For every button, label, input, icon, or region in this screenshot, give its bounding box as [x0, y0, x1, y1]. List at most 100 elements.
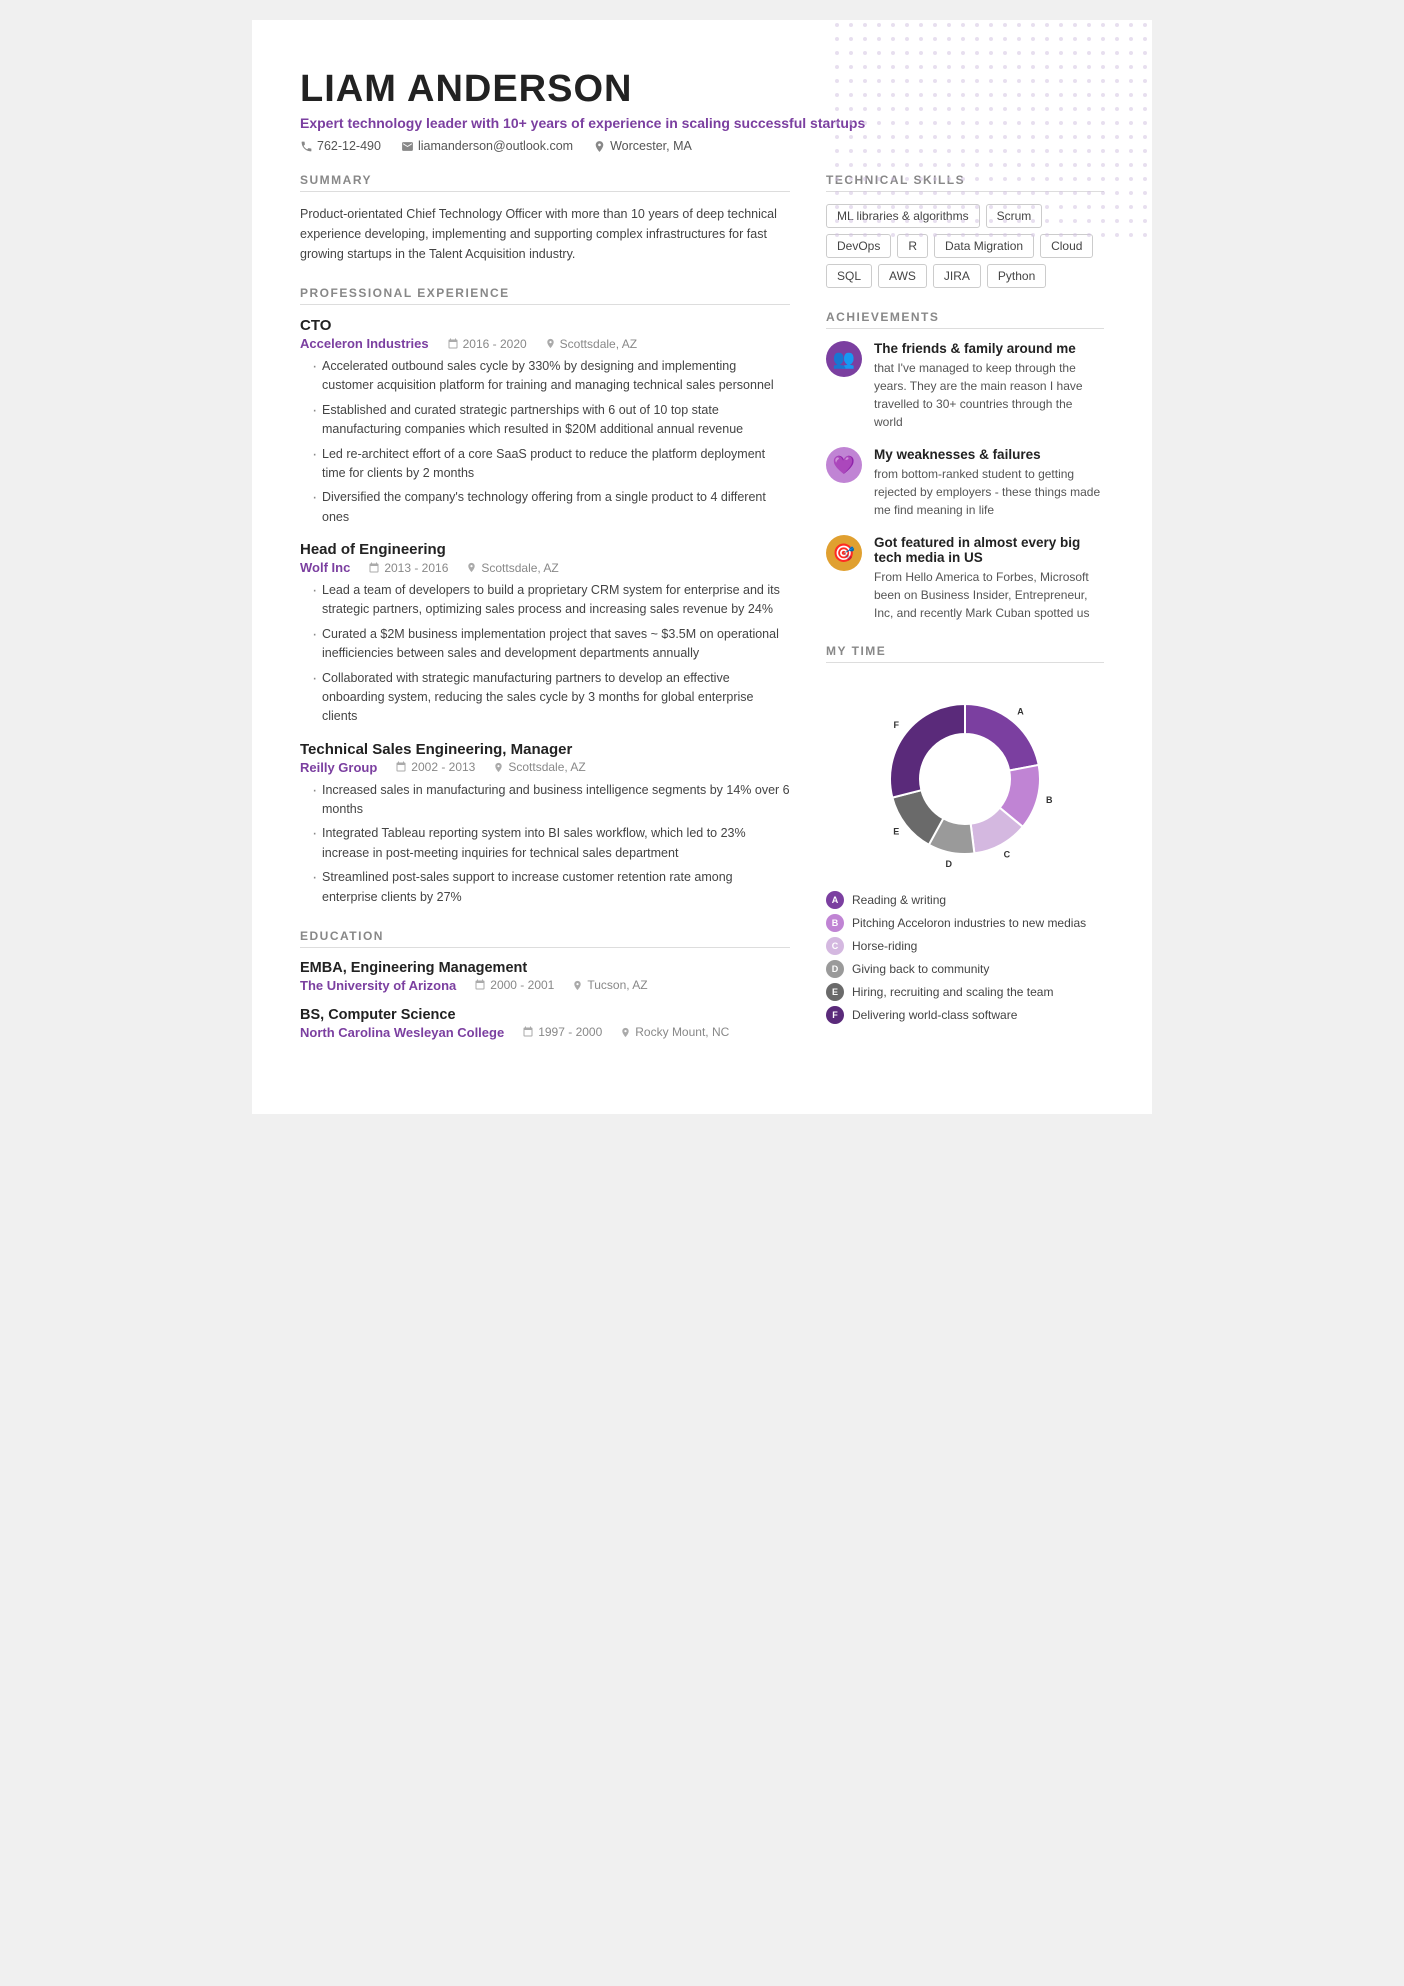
edu-emba: EMBA, Engineering Management The Univers…	[300, 960, 790, 993]
bullet-he-3: Collaborated with strategic manufacturin…	[312, 669, 790, 727]
bullet-ts-2: Integrated Tableau reporting system into…	[312, 824, 790, 863]
achievement-content-2: Got featured in almost every big tech me…	[874, 535, 1104, 622]
legend-text-F: Delivering world-class software	[852, 1008, 1017, 1022]
calendar-icon	[447, 338, 459, 350]
calendar-icon3	[395, 761, 407, 773]
legend-item-F: F Delivering world-class software	[826, 1006, 1104, 1024]
bullet-he-1: Lead a team of developers to build a pro…	[312, 581, 790, 620]
skill-tag: ML libraries & algorithms	[826, 204, 980, 228]
bullets-head-eng: Lead a team of developers to build a pro…	[300, 581, 790, 727]
date-cto: 2016 - 2020	[447, 337, 527, 351]
job-title-cto: CTO	[300, 317, 790, 334]
bullet-ts-3: Streamlined post-sales support to increa…	[312, 868, 790, 907]
pin-icon	[545, 338, 556, 349]
bullet-he-2: Curated a $2M business implementation pr…	[312, 625, 790, 664]
right-column: TECHNICAL SKILLS ML libraries & algorith…	[826, 173, 1104, 1054]
job-title-head-eng: Head of Engineering	[300, 541, 790, 558]
achievement-content-0: The friends & family around me that I've…	[874, 341, 1104, 431]
school-ncwc: North Carolina Wesleyan College	[300, 1025, 504, 1040]
mytime-legend: A Reading & writing B Pitching Acceloron…	[826, 891, 1104, 1024]
date-head-eng: 2013 - 2016	[368, 561, 448, 575]
pin-icon5	[620, 1027, 631, 1038]
achievement-desc-1: from bottom-ranked student to getting re…	[874, 465, 1104, 519]
degree-emba: EMBA, Engineering Management	[300, 960, 790, 976]
legend-item-B: B Pitching Acceloron industries to new m…	[826, 914, 1104, 932]
skill-tag: Scrum	[986, 204, 1043, 228]
skill-tag: Cloud	[1040, 234, 1093, 258]
achievement-item-1: 💜 My weaknesses & failures from bottom-r…	[826, 447, 1104, 519]
job-meta-tech-sales: Reilly Group 2002 - 2013 Scottsdale, AZ	[300, 760, 790, 775]
legend-item-D: D Giving back to community	[826, 960, 1104, 978]
achievement-icon-1: 💜	[826, 447, 862, 483]
legend-item-A: A Reading & writing	[826, 891, 1104, 909]
achievement-content-1: My weaknesses & failures from bottom-ran…	[874, 447, 1104, 519]
achievement-icon-2: 🎯	[826, 535, 862, 571]
donut-segment-A	[965, 704, 1039, 771]
legend-text-B: Pitching Acceloron industries to new med…	[852, 916, 1086, 930]
achievement-desc-2: From Hello America to Forbes, Microsoft …	[874, 568, 1104, 622]
calendar-icon4	[474, 979, 486, 991]
achievement-title-1: My weaknesses & failures	[874, 447, 1104, 462]
main-columns: SUMMARY Product-orientated Chief Technol…	[300, 173, 1104, 1054]
left-column: SUMMARY Product-orientated Chief Technol…	[300, 173, 790, 1054]
bullet-cto-2: Established and curated strategic partne…	[312, 401, 790, 440]
bullet-ts-1: Increased sales in manufacturing and bus…	[312, 781, 790, 820]
bullet-cto-4: Diversified the company's technology off…	[312, 488, 790, 527]
donut-chart-container: ABCDEF	[826, 679, 1104, 879]
donut-label-A: A	[1017, 706, 1024, 716]
date-bs: 1997 - 2000	[522, 1025, 602, 1039]
phone: 762-12-490	[300, 139, 381, 153]
date-tech-sales: 2002 - 2013	[395, 760, 475, 774]
skill-tag: R	[897, 234, 928, 258]
bullets-tech-sales: Increased sales in manufacturing and bus…	[300, 781, 790, 907]
calendar-icon5	[522, 1026, 534, 1038]
job-head-eng: Head of Engineering Wolf Inc 2013 - 2016…	[300, 541, 790, 727]
tagline: Expert technology leader with 10+ years …	[300, 115, 1104, 131]
bullets-cto: Accelerated outbound sales cycle by 330%…	[300, 357, 790, 527]
legend-dot-D: D	[826, 960, 844, 978]
contact-info: 762-12-490 liamanderson@outlook.com Worc…	[300, 139, 1104, 153]
legend-item-E: E Hiring, recruiting and scaling the tea…	[826, 983, 1104, 1001]
summary-text: Product-orientated Chief Technology Offi…	[300, 204, 790, 264]
location-cto: Scottsdale, AZ	[545, 337, 637, 351]
achievement-title-0: The friends & family around me	[874, 341, 1104, 356]
edu-meta-emba: The University of Arizona 2000 - 2001 Tu…	[300, 978, 790, 993]
skill-tag: DevOps	[826, 234, 891, 258]
donut-segment-F	[890, 704, 965, 798]
email-icon	[401, 140, 414, 153]
legend-text-D: Giving back to community	[852, 962, 989, 976]
achievements-container: 👥 The friends & family around me that I'…	[826, 341, 1104, 622]
date-emba: 2000 - 2001	[474, 978, 554, 992]
skill-tag: Python	[987, 264, 1046, 288]
loc-emba: Tucson, AZ	[572, 978, 647, 992]
legend-dot-C: C	[826, 937, 844, 955]
experience-title: PROFESSIONAL EXPERIENCE	[300, 286, 790, 305]
achievements-title: ACHIEVEMENTS	[826, 310, 1104, 329]
donut-label-D: D	[945, 859, 952, 869]
job-cto: CTO Acceleron Industries 2016 - 2020 Sco…	[300, 317, 790, 527]
legend-item-C: C Horse-riding	[826, 937, 1104, 955]
donut-label-F: F	[894, 720, 900, 730]
summary-title: SUMMARY	[300, 173, 790, 192]
donut-label-C: C	[1004, 850, 1011, 860]
loc-bs: Rocky Mount, NC	[620, 1025, 729, 1039]
edu-bs: BS, Computer Science North Carolina Wesl…	[300, 1007, 790, 1040]
achievement-desc-0: that I've managed to keep through the ye…	[874, 359, 1104, 431]
edu-meta-bs: North Carolina Wesleyan College 1997 - 2…	[300, 1025, 790, 1040]
education-title: EDUCATION	[300, 929, 790, 948]
email: liamanderson@outlook.com	[401, 139, 573, 153]
bullet-cto-3: Led re-architect effort of a core SaaS p…	[312, 445, 790, 484]
phone-icon	[300, 140, 313, 153]
legend-text-C: Horse-riding	[852, 939, 917, 953]
location: Worcester, MA	[593, 139, 692, 153]
job-tech-sales: Technical Sales Engineering, Manager Rei…	[300, 741, 790, 907]
header: LIAM ANDERSON Expert technology leader w…	[300, 68, 1104, 153]
achievement-item-0: 👥 The friends & family around me that I'…	[826, 341, 1104, 431]
legend-text-A: Reading & writing	[852, 893, 946, 907]
legend-dot-B: B	[826, 914, 844, 932]
resume-page: LIAM ANDERSON Expert technology leader w…	[252, 20, 1152, 1114]
legend-text-E: Hiring, recruiting and scaling the team	[852, 985, 1053, 999]
degree-bs: BS, Computer Science	[300, 1007, 790, 1023]
school-arizona: The University of Arizona	[300, 978, 456, 993]
bullet-cto-1: Accelerated outbound sales cycle by 330%…	[312, 357, 790, 396]
